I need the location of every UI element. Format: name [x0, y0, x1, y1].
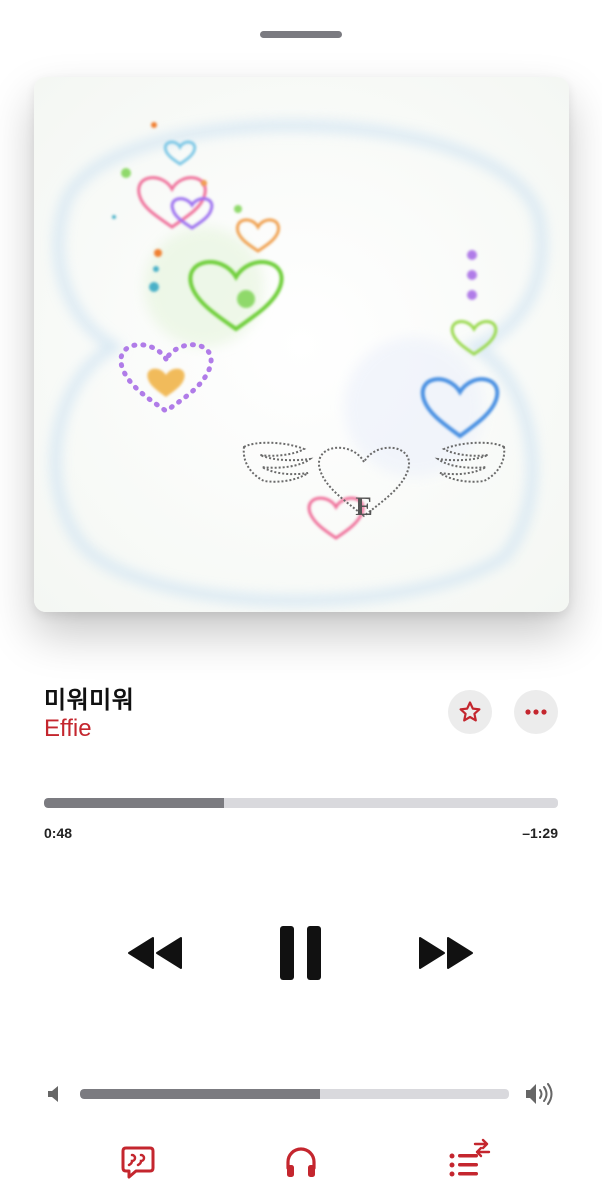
elapsed-time: 0:48: [44, 825, 73, 841]
lyrics-quote-icon: [121, 1146, 155, 1179]
forward-button[interactable]: [418, 936, 474, 975]
lyrics-button[interactable]: [120, 1144, 156, 1185]
more-options-button[interactable]: [514, 690, 558, 734]
volume-slider[interactable]: [80, 1089, 509, 1099]
queue-list-icon: [449, 1138, 491, 1177]
airplay-button[interactable]: [283, 1144, 319, 1185]
album-art-image: E: [34, 77, 569, 612]
star-icon: [459, 701, 481, 722]
sheet-grabber[interactable]: [260, 31, 342, 38]
song-title: 미워미워: [44, 687, 135, 714]
forward-icon: [419, 937, 473, 969]
ellipsis-icon: [525, 709, 547, 715]
artist-name[interactable]: Effie: [44, 715, 92, 743]
volume-level-fill: [80, 1089, 321, 1099]
playback-scrubber[interactable]: [44, 798, 558, 808]
pause-button[interactable]: [279, 925, 323, 986]
remaining-time: –1:29: [522, 825, 558, 841]
pause-icon: [280, 926, 321, 980]
volume-min-icon: [46, 1085, 62, 1108]
rewind-button[interactable]: [127, 936, 183, 975]
volume-max-icon: [524, 1082, 556, 1111]
headphones-icon: [286, 1147, 316, 1177]
queue-button[interactable]: [447, 1136, 493, 1185]
playback-progress-fill: [44, 798, 224, 808]
backward-icon: [128, 937, 182, 969]
album-artwork: E: [34, 77, 569, 612]
artwork-monogram: E: [355, 492, 372, 521]
favorite-button[interactable]: [448, 690, 492, 734]
